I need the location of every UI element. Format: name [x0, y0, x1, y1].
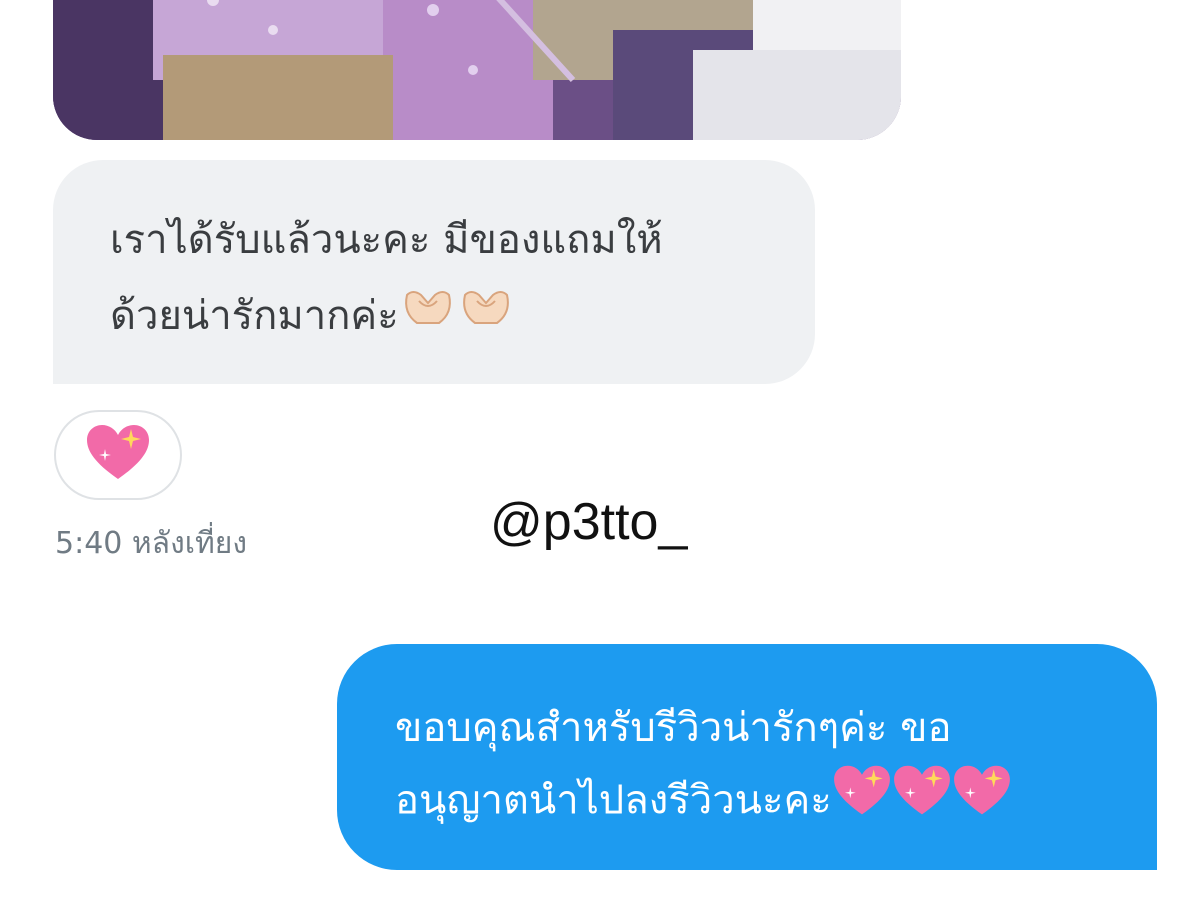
incoming-message-line-2: ด้วยน่ารักมากค่ะ [110, 278, 775, 356]
sparkling-heart-icon [892, 764, 952, 841]
sparkling-heart-icon [952, 764, 1012, 841]
heart-hands-icon [457, 280, 515, 356]
sparkling-heart-icon [832, 764, 892, 841]
heart-hands-icon [399, 280, 457, 356]
incoming-message-line-1: เราได้รับแล้วนะคะ มีของแถมให้ [110, 217, 663, 263]
incoming-message-line-2-text: ด้วยน่ารักมากค่ะ [110, 293, 399, 339]
outgoing-message-line-2: อนุญาตนำไปลงรีวิวนะคะ [395, 764, 1127, 841]
watermark-handle: @p3tto_ [490, 493, 688, 551]
incoming-message-bubble[interactable]: เราได้รับแล้วนะคะ มีของแถมให้ ด้วยน่ารัก… [53, 160, 815, 384]
outgoing-message-line-2-text: อนุญาตนำไปลงรีวิวนะคะ [395, 777, 832, 824]
message-timestamp: 5:40 หลังเที่ยง [55, 526, 247, 561]
outgoing-message-line-1: ขอบคุณสำหรับรีวิวน่ารักๆค่ะ ขอ [395, 705, 952, 751]
reaction-pill[interactable] [54, 410, 182, 500]
outgoing-message-bubble[interactable]: ขอบคุณสำหรับรีวิวน่ารักๆค่ะ ขอ อนุญาตนำไ… [337, 644, 1157, 870]
sparkling-heart-icon [85, 423, 151, 487]
photo-attachment[interactable] [53, 0, 901, 140]
photo-content [53, 0, 901, 140]
